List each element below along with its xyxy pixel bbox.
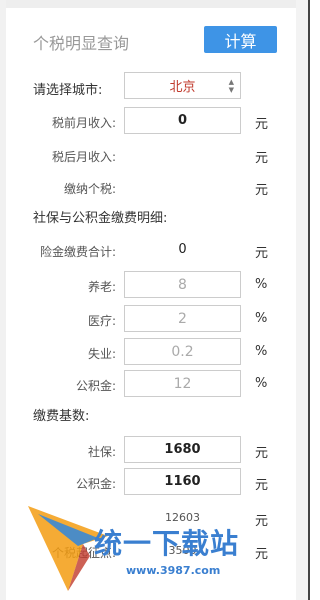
fund-base-input[interactable]: 1160 [124, 468, 241, 495]
fund-base-unit: 元 [255, 478, 269, 493]
post-tax-income-label: 税后月收入: [51, 150, 116, 164]
base-section-title: 缴费基数: [33, 409, 90, 424]
post-tax-income-unit: 元 [255, 151, 269, 166]
social-base-label: 社保: [87, 445, 116, 459]
unemployment-unit: % [255, 344, 268, 359]
insurance-total-value: 0 [178, 242, 187, 257]
page-title: 个税明显查询 [33, 34, 130, 53]
unemployment-label: 失业: [87, 347, 116, 361]
watermark-url: www.3987.com [126, 564, 221, 577]
unemployment-rate-input[interactable]: 0.2 [124, 338, 241, 365]
social-base-input[interactable]: 1680 [124, 436, 241, 463]
city-label: 请选择城市: [33, 83, 103, 98]
medical-rate-input[interactable]: 2 [124, 305, 241, 332]
tax-threshold-unit: 元 [255, 547, 269, 562]
tax-label: 缴纳个税: [63, 182, 116, 196]
housing-fund-label: 公积金: [75, 379, 116, 393]
insurance-total-label: 险金缴费合计: [39, 245, 116, 259]
city-select[interactable]: 北京 ▲ ▼ [124, 72, 241, 99]
window-left-border [0, 0, 6, 600]
select-arrows-icon: ▲ ▼ [228, 78, 234, 94]
pension-rate-input[interactable]: 8 [124, 271, 241, 298]
city-select-value: 北京 [169, 80, 196, 95]
medical-label: 医疗: [87, 314, 116, 328]
tax-unit: 元 [255, 183, 269, 198]
housing-fund-rate-input[interactable]: 12 [124, 370, 241, 397]
window-right-border [296, 0, 310, 600]
row3-unit: 元 [255, 514, 269, 529]
pension-unit: % [255, 277, 268, 292]
social-section-title: 社保与公积金缴费明细: [33, 211, 168, 226]
pre-tax-income-input[interactable]: 0 [124, 107, 241, 134]
pension-label: 养老: [87, 280, 116, 294]
watermark-text: 统一下载站 [94, 527, 240, 560]
pre-tax-income-label: 税前月收入: [51, 116, 116, 130]
social-base-unit: 元 [255, 446, 269, 461]
calculate-button[interactable]: 计算 [204, 26, 277, 53]
housing-fund-unit: % [255, 376, 268, 391]
medical-unit: % [255, 311, 268, 326]
fund-base-label: 公积金: [75, 477, 116, 491]
pre-tax-income-unit: 元 [255, 117, 269, 132]
insurance-total-unit: 元 [255, 246, 269, 261]
window-top-border [0, 0, 310, 8]
